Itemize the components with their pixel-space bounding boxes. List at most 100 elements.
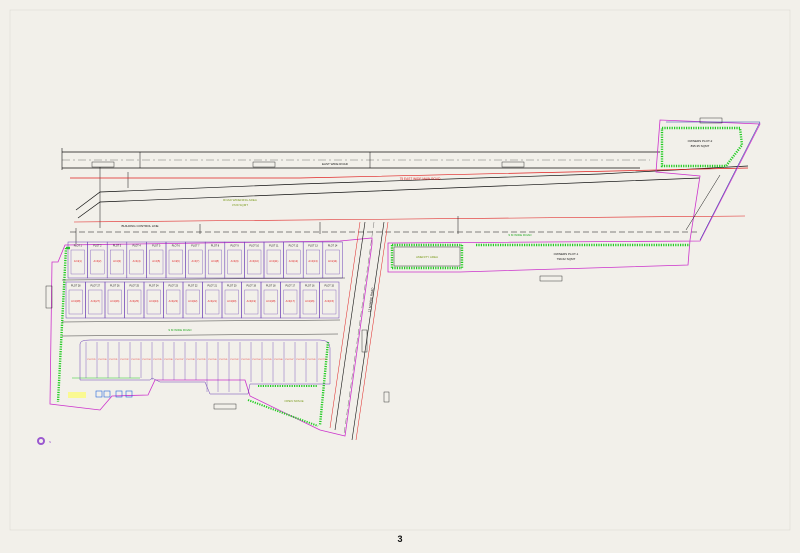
plot-number: PLOT 45	[264, 359, 273, 361]
owners-plot2-area: 895.35 SQMT	[691, 144, 710, 148]
internal-roads: 9 M WIDE ROAD	[61, 277, 346, 379]
main-road: EAST WIDE ROAD	[61, 148, 660, 228]
plot-number: PLOT 8	[211, 245, 220, 248]
plot-row3-15: PLOT 43	[239, 342, 251, 392]
plot-row1-1: PLOT 1 A=4(1)	[67, 241, 88, 279]
sloping-road: 75 EAST WIDE MAIN ROAD ROAD WIDENING ARE…	[70, 165, 749, 219]
vertical-road-label: 12 M WIDE ROAD	[367, 286, 375, 312]
plot-row2-2: PLOT 27 A=4(27)	[85, 281, 106, 319]
plot-number: PLOT 22	[188, 285, 198, 288]
plot-size: A=4(22)	[188, 299, 197, 303]
plot-number: PLOT 47	[286, 359, 295, 361]
plot-size: A=4(20)	[227, 299, 236, 303]
plot-row2-7: PLOT 22 A=4(22)	[182, 281, 203, 319]
plot-size: A=4(25)	[130, 299, 139, 303]
plot-size: A=4(14)	[328, 259, 337, 263]
plot-row1-14: PLOT 14 A=4(14)	[322, 241, 343, 279]
plot-row3-1: PLOT 29	[85, 342, 96, 378]
plot-number: PLOT 20	[227, 285, 237, 288]
plot-row3-13: PLOT 41	[217, 342, 229, 392]
plot-size: A=4(9)	[231, 259, 239, 263]
owners-plot-area: 799.62 SQMT	[557, 257, 576, 261]
plot-size: A=4(6)	[172, 259, 180, 263]
plot-size: A=4(13)	[308, 259, 317, 263]
plot-row3-10: PLOT 38	[184, 342, 196, 380]
plot-row1-11: PLOT 11 A=4(11)	[263, 241, 284, 279]
plot-size: A=4(1)	[74, 259, 82, 263]
internal-road-mid-label: 9 M WIDE ROAD	[168, 328, 192, 332]
owners-plot-label: OWNERS PLOT-1	[554, 252, 579, 256]
plot-size: A=4(12)	[289, 259, 298, 263]
page-number: 3	[397, 534, 403, 544]
plot-row3-19: PLOT 47	[283, 342, 295, 382]
green-hatch-right: AMENITY AREA OWNERS PLOT-1 799.62 SQMT O…	[390, 117, 744, 282]
plot-size: A=4(28)	[71, 299, 80, 303]
plot-row2-1: PLOT 28 A=4(28)	[65, 281, 86, 319]
plot-size: A=4(5)	[152, 259, 160, 263]
plot-row3-16: PLOT 44	[250, 342, 262, 382]
plot-row3-9: PLOT 37	[173, 342, 184, 380]
plot-row1-10: PLOT 10 A=4(10)	[244, 241, 265, 279]
plot-number: PLOT 32	[121, 359, 130, 361]
plot-row3-12: PLOT 40	[206, 342, 218, 392]
plot-number: PLOT 38	[187, 359, 196, 361]
plot-size: A=4(18)	[266, 299, 275, 303]
plot-number: PLOT 43	[242, 359, 251, 361]
green-hatch-left: OPEN SPACE	[56, 246, 330, 427]
site-layout-drawing: EAST WIDE ROAD 75 EAST WIDE MAIN ROAD RO…	[9, 9, 791, 531]
north-arrow: N	[37, 437, 51, 445]
plot-row2-6: PLOT 23 A=4(23)	[163, 281, 184, 319]
plot-number: PLOT 44	[253, 359, 262, 361]
plot-number: PLOT 33	[132, 359, 141, 361]
plot-number: PLOT 4	[132, 245, 141, 248]
plot-number: PLOT 9	[230, 245, 239, 248]
vertical-road: 12 M WIDE ROAD	[329, 174, 721, 441]
plot-row1-13: PLOT 13 A=4(13)	[302, 241, 324, 279]
plot-row-1: PLOT 1A=4(1)PLOT 2A=4(2)PLOT 3A=4(3)PLOT…	[67, 241, 343, 279]
plot-number: PLOT 50	[319, 359, 328, 361]
plot-number: PLOT 10	[249, 245, 259, 248]
plot-number: PLOT 49	[308, 359, 317, 361]
plot-row3-18: PLOT 46	[272, 342, 284, 382]
plot-size: A=4(2)	[93, 259, 101, 263]
plot-number: PLOT 21	[207, 285, 217, 288]
plot-number: PLOT 6	[172, 245, 181, 248]
plot-number: PLOT 14	[328, 245, 338, 248]
plot-size: A=4(4)	[133, 259, 141, 263]
plot-number: PLOT 11	[269, 245, 279, 248]
plot-size: A=4(7)	[191, 259, 199, 263]
plot-number: PLOT 7	[191, 245, 200, 248]
plot-row3-11: PLOT 39	[195, 342, 207, 380]
building-control-label: BUILDING CONTROL LINE	[121, 224, 158, 228]
plot-row2-3: PLOT 26 A=4(26)	[104, 281, 125, 319]
plot-row-2: PLOT 28 A=4(28) PLOT 27 A=4(27) PLOT 26 A=4(2…	[65, 281, 340, 319]
plot-row3-2: PLOT 30	[96, 342, 108, 378]
plot-number: PLOT 41	[220, 359, 229, 361]
plot-row1-8: PLOT 8 A=4(8)	[204, 241, 226, 279]
plot-row3-6: PLOT 34	[140, 342, 151, 378]
plot-number: PLOT 40	[209, 359, 218, 361]
plot-number: PLOT 46	[275, 359, 284, 361]
plot-number: PLOT 31	[110, 359, 119, 361]
plot-row3-5: PLOT 33	[129, 342, 141, 378]
plot-number: PLOT 30	[99, 359, 108, 361]
building-control-lines: BUILDING CONTROL LINE 9 M WIDE ROAD	[70, 215, 746, 244]
plot-row2-11: PLOT 18 A=4(18)	[260, 281, 281, 319]
plot-size: A=4(19)	[247, 299, 256, 303]
plot-number: PLOT 39	[198, 359, 207, 361]
plot-number: PLOT 12	[289, 245, 299, 248]
open-space-label: OPEN SPACE	[284, 399, 303, 403]
plot-row1-6: PLOT 6 A=4(6)	[165, 241, 186, 279]
plot-row2-8: PLOT 21 A=4(21)	[202, 281, 223, 319]
plot-size: A=4(3)	[113, 259, 121, 263]
plot-row1-5: PLOT 5 A=4(5)	[146, 241, 167, 279]
plot-number: PLOT 16	[305, 285, 315, 288]
owners-plot2-label: OWNERS PLOT-2	[688, 139, 713, 143]
plot-row1-9: PLOT 9 A=4(9)	[224, 241, 245, 279]
plot-number: PLOT 36	[165, 359, 174, 361]
plot-row2-13: PLOT 16 A=4(16)	[299, 281, 320, 319]
plot-number: PLOT 15	[324, 285, 334, 288]
plot-row2-14: PLOT 15 A=4(15)	[319, 281, 340, 319]
plot-row1-2: PLOT 2 A=4(2)	[87, 241, 108, 279]
plot-row3-4: PLOT 32	[118, 342, 130, 378]
